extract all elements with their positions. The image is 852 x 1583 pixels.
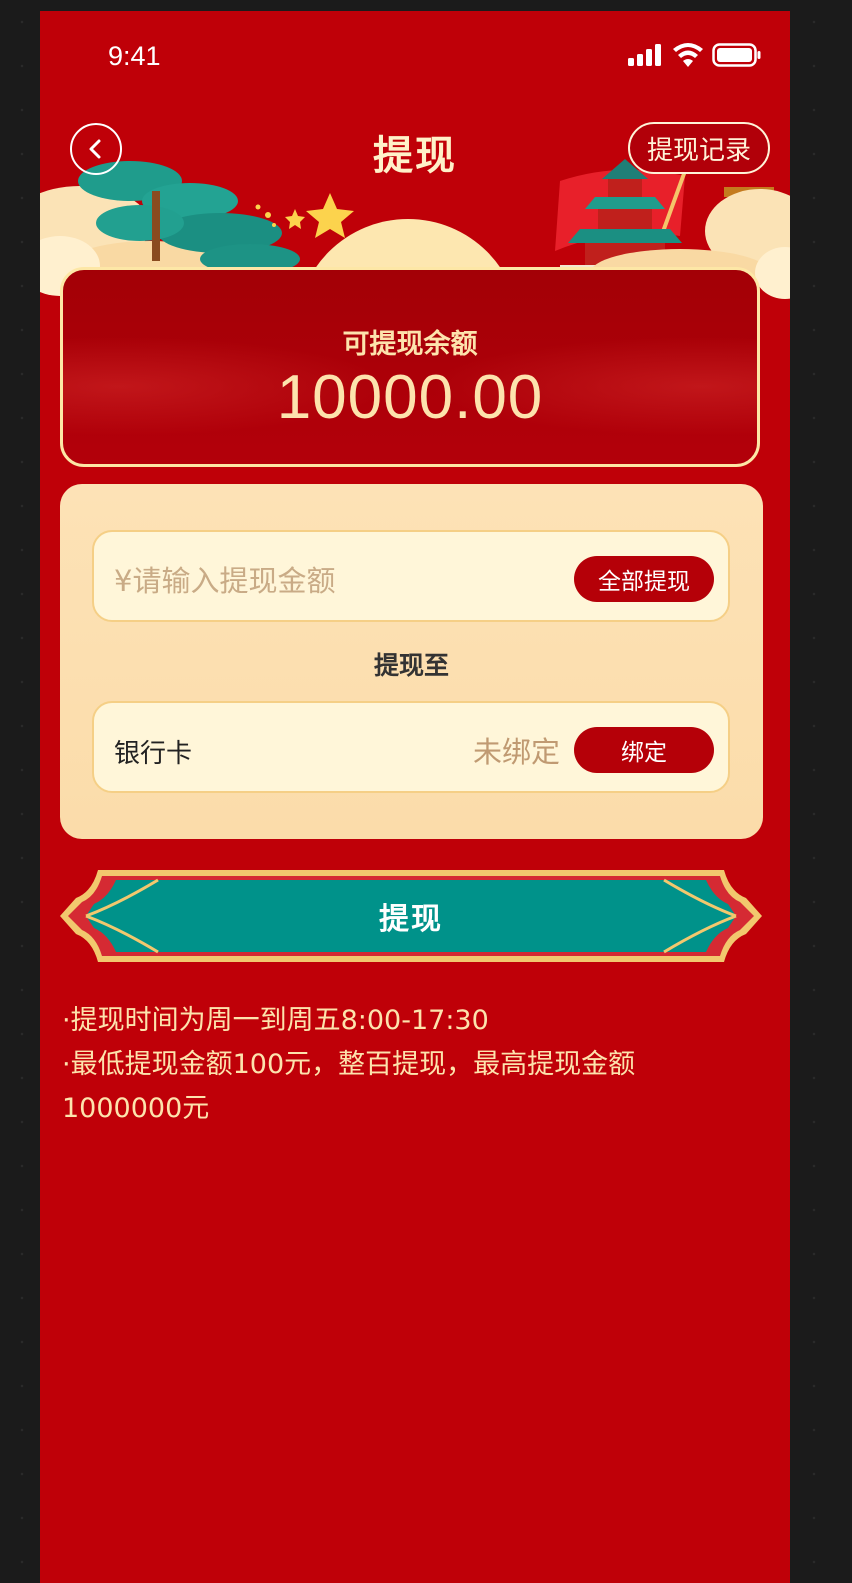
status-time: 9:41	[108, 41, 161, 71]
wifi-icon	[673, 43, 703, 67]
note-item: ·最低提现金额100元，整百提现，最高提现金额1000000元	[62, 1049, 636, 1124]
balance-value: 10000.00	[276, 363, 544, 432]
signal-icon	[628, 44, 661, 66]
balance-card: 可提现余额 10000.00	[60, 267, 760, 467]
bank-card-label: 银行卡	[114, 739, 193, 769]
amount-input[interactable]: ¥请输入提现金额 全部提现	[92, 530, 730, 622]
withdraw-records-button[interactable]: 提现记录	[628, 122, 770, 174]
withdraw-button-label: 提现	[379, 902, 443, 937]
amount-placeholder: ¥请输入提现金额	[114, 564, 336, 598]
balance-label: 可提现余额	[342, 329, 478, 360]
withdraw-to-label: 提现至	[373, 651, 449, 680]
battery-icon	[712, 43, 761, 67]
note-item: ·提现时间为周一到周五8:00-17:30	[62, 1005, 489, 1036]
withdraw-submit-button[interactable]: 提现	[58, 864, 764, 968]
bind-button[interactable]: 绑定	[574, 727, 714, 773]
canvas: 9:41 提现 提现记录 可提现余额 10000.00 ¥请输入提现金额 全部提…	[0, 0, 852, 1583]
withdraw-form-card: ¥请输入提现金额 全部提现 提现至 银行卡 未绑定 绑定	[60, 484, 763, 839]
withdraw-notes: ·提现时间为周一到周五8:00-17:30 ·最低提现金额100元，整百提现，最…	[62, 999, 712, 1131]
bank-bind-status: 未绑定	[472, 735, 560, 769]
bank-card-row: 银行卡 未绑定 绑定	[92, 701, 730, 793]
withdraw-all-button[interactable]: 全部提现	[574, 556, 714, 602]
status-icons	[628, 43, 762, 67]
phone-screen: 9:41 提现 提现记录 可提现余额 10000.00 ¥请输入提现金额 全部提…	[40, 11, 790, 1583]
